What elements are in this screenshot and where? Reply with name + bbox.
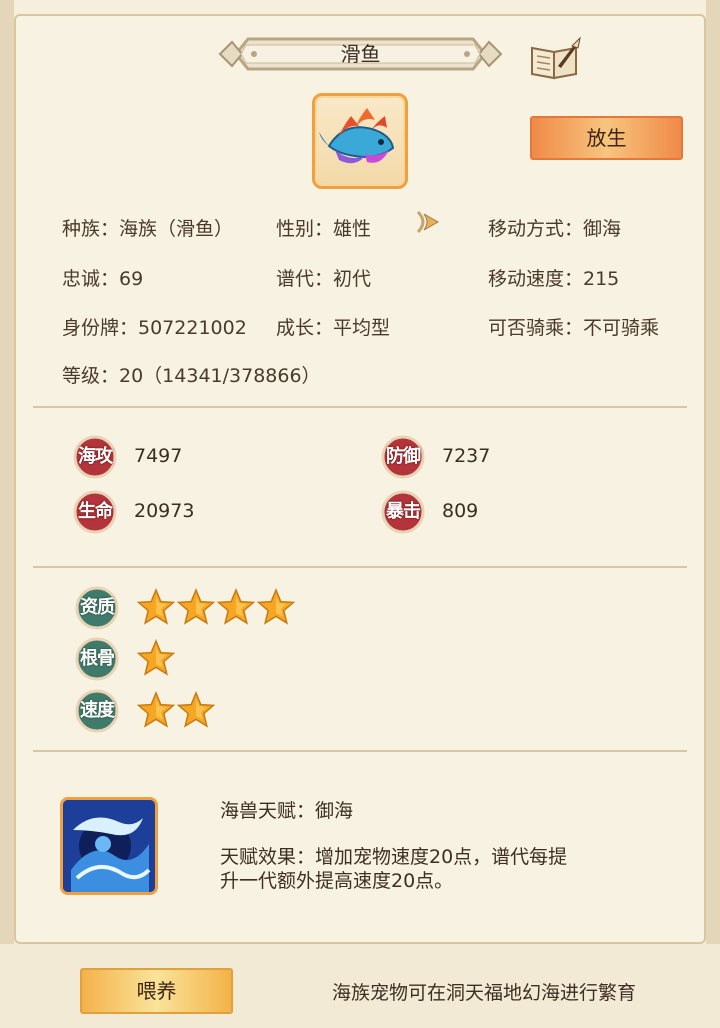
stat-value-attack: 7497 (134, 445, 183, 467)
info-gender: 性别：雄性 (276, 218, 372, 240)
info-loyalty: 忠诚：69 (62, 268, 144, 290)
talent-effect-line1: 天赋效果：增加宠物速度20点，谱代每提 (220, 846, 568, 868)
release-button[interactable]: 放生 (530, 116, 683, 160)
info-move-speed: 移动速度：215 (488, 268, 620, 290)
feed-button[interactable]: 喂养 (80, 968, 233, 1014)
pet-name-title: 滑鱼 (340, 42, 381, 66)
talent-name: 海兽天赋：御海 (220, 800, 354, 822)
breeding-tip: 海族宠物可在洞天福地幻海进行繁育 (332, 982, 637, 1004)
rating-badge-speed: 速度 (75, 689, 119, 733)
stat-badge-hp: 生命 (73, 490, 117, 534)
rating-stars (136, 639, 177, 677)
stat-value-crit: 809 (442, 500, 479, 522)
info-level: 等级：20（14341/378866） (62, 365, 321, 387)
info-generation: 谱代：初代 (276, 268, 372, 290)
star-icon (256, 588, 296, 626)
divider (33, 750, 687, 752)
talent-skill-icon[interactable] (60, 797, 158, 895)
water-wave-skill-icon (63, 800, 155, 892)
divider (33, 566, 687, 568)
book-quill-icon[interactable] (528, 36, 582, 80)
talent-effect-line2: 升一代额外提高速度20点。 (220, 870, 454, 892)
stat-value-hp: 20973 (134, 500, 195, 522)
star-icon (136, 588, 176, 626)
rating-stars (136, 691, 217, 729)
fish-pet-icon (319, 108, 395, 164)
rating-stars (136, 588, 297, 626)
info-move-type: 移动方式：御海 (488, 218, 622, 240)
info-id-tag: 身份牌：507221002 (62, 317, 247, 339)
star-icon (176, 588, 216, 626)
title-banner: 滑鱼 (218, 31, 503, 77)
star-icon (176, 691, 216, 729)
star-icon (216, 588, 256, 626)
star-icon (136, 691, 176, 729)
stat-badge-defense: 防御 (381, 435, 425, 479)
info-rideable: 可否骑乘：不可骑乘 (488, 317, 660, 339)
rating-badge-aptitude: 资质 (75, 586, 119, 630)
stat-badge-crit: 暴击 (381, 490, 425, 534)
star-icon (136, 639, 176, 677)
divider (33, 406, 687, 408)
rating-badge-bone: 根骨 (75, 637, 119, 681)
pet-portrait[interactable] (312, 93, 408, 189)
info-race: 种族：海族（滑鱼） (62, 218, 234, 240)
info-growth: 成长：平均型 (276, 317, 391, 339)
arrow-right-icon[interactable] (414, 208, 444, 236)
stat-badge-attack: 海攻 (73, 435, 117, 479)
stat-value-defense: 7237 (442, 445, 491, 467)
